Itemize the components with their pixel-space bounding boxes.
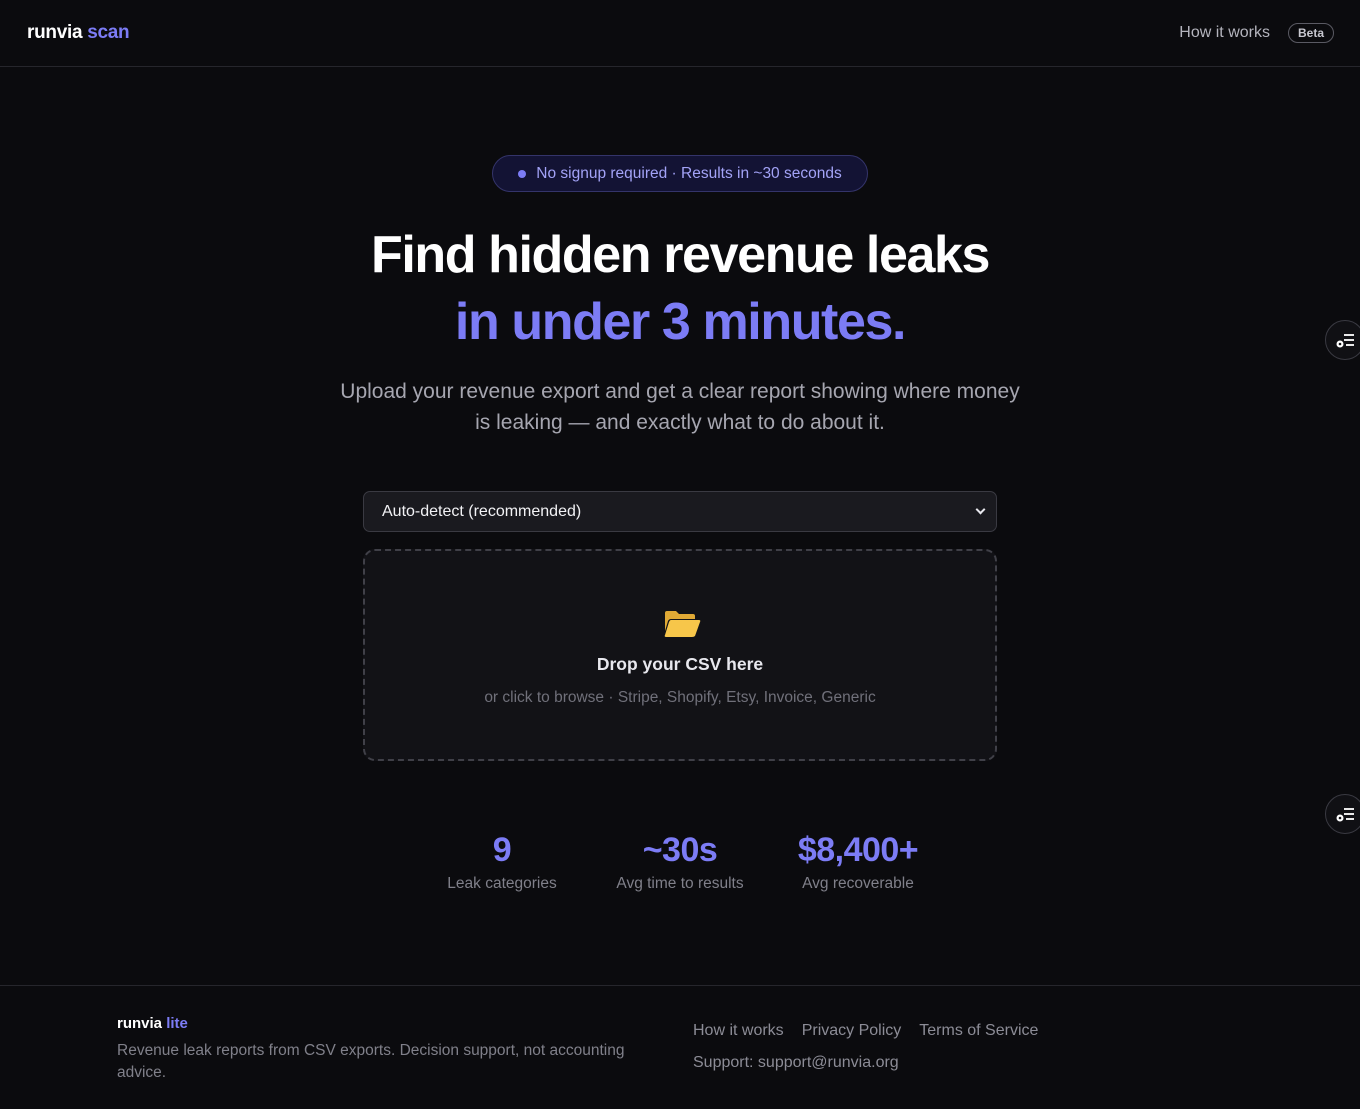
csv-dropzone[interactable]: Drop your CSV here or click to browse · … [363,549,997,761]
platform-select[interactable]: Auto-detect (recommended) [363,491,997,532]
header-nav: How it works Beta [1179,23,1334,43]
footer-logo-main: runvia [117,1015,163,1032]
beta-badge: Beta [1287,23,1334,43]
open-folder-icon [664,611,701,637]
footer-link-terms[interactable]: Terms of Service [919,1022,1038,1040]
hero-title: Find hidden revenue leaks in under 3 min… [0,222,1360,356]
footer-support[interactable]: Support: support@runvia.org [693,1054,899,1072]
footer-link-how-it-works[interactable]: How it works [693,1022,784,1040]
footer-description: Revenue leak reports from CSV exports. D… [117,1042,625,1081]
footer-logo-accent: lite [166,1015,188,1032]
stat-avg-recoverable: $8,400+ Avg recoverable [778,830,938,893]
status-dot-icon [518,169,527,178]
stat-value: ~30s [642,831,718,869]
info-pill: No signup required · Results in ~30 seco… [492,155,868,192]
nav-how-it-works[interactable]: How it works [1179,24,1270,42]
stat-value: $8,400+ [797,831,919,869]
stat-leak-categories: 9 Leak categories [432,830,572,893]
dropzone-subtitle: or click to browse · Stripe, Shopify, Et… [484,689,876,706]
footer-link-privacy[interactable]: Privacy Policy [802,1022,902,1040]
side-tool-button[interactable] [1325,320,1360,360]
stat-avg-time: ~30s Avg time to results [600,830,760,893]
footer-links: How it works Privacy Policy Terms of Ser… [693,1022,1038,1040]
logo-accent: scan [87,22,130,43]
site-footer: runvia lite Revenue leak reports from CS… [0,985,1360,1109]
footer-logo: runvia lite [117,1015,188,1032]
logo[interactable]: runvia scan [27,22,130,44]
stat-label: Leak categories [447,875,557,892]
platform-select-value: Auto-detect (recommended) [382,502,582,520]
hero-subtitle: Upload your revenue export and get a cle… [340,380,1020,434]
hero-title-line2: in under 3 minutes. [454,293,907,351]
hero-title-line1: Find hidden revenue leaks [370,226,990,284]
side-tool-button[interactable] [1325,794,1360,834]
chevron-down-icon [975,504,986,515]
stat-label: Avg recoverable [802,875,914,892]
logo-main: runvia [27,22,83,43]
pill-text: No signup required · Results in ~30 seco… [536,164,842,182]
site-header: runvia scan How it works Beta [0,0,1360,67]
stat-label: Avg time to results [616,875,744,892]
list-settings-icon [1336,808,1354,822]
dropzone-title: Drop your CSV here [596,654,764,674]
stat-value: 9 [492,831,512,869]
list-settings-icon [1336,334,1354,348]
